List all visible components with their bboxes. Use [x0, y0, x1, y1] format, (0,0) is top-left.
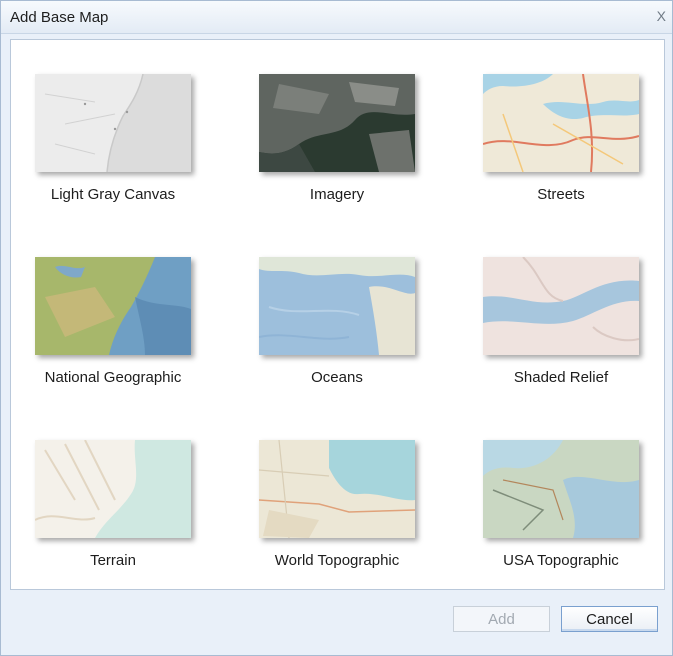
close-icon[interactable]: X: [657, 8, 666, 24]
basemap-tile-oceans[interactable]: Oceans: [237, 223, 437, 403]
terrain-thumbnail: [35, 440, 191, 538]
basemap-tile-shaded-relief[interactable]: Shaded Relief: [461, 223, 661, 403]
basemap-gallery: Light Gray Canvas Imagery Streets Nation…: [10, 39, 665, 590]
basemap-tile-terrain[interactable]: Terrain: [13, 406, 213, 586]
basemap-label: National Geographic: [44, 369, 182, 386]
cancel-button[interactable]: Cancel: [561, 606, 658, 632]
light-gray-canvas-thumbnail: [35, 74, 191, 172]
basemap-tile-usa-topographic[interactable]: USA Topographic: [461, 406, 661, 586]
basemap-tile-streets[interactable]: Streets: [461, 40, 661, 220]
title-bar: Add Base Map X: [1, 1, 672, 34]
basemap-tile-world-topographic[interactable]: World Topographic: [237, 406, 437, 586]
basemap-label: Imagery: [309, 186, 365, 203]
basemap-label: Light Gray Canvas: [50, 186, 176, 203]
national-geographic-thumbnail: [35, 257, 191, 355]
basemap-tile-imagery[interactable]: Imagery: [237, 40, 437, 220]
add-base-map-dialog: Add Base Map X Light Gray Canvas Imagery…: [0, 0, 673, 656]
shaded-relief-thumbnail: [483, 257, 639, 355]
basemap-tile-national-geographic[interactable]: National Geographic: [13, 223, 213, 403]
basemap-label: Oceans: [311, 369, 363, 386]
dialog-footer: Add Cancel: [1, 593, 672, 655]
basemap-label: Shaded Relief: [513, 369, 609, 386]
dialog-title: Add Base Map: [10, 9, 109, 26]
add-button[interactable]: Add: [453, 606, 550, 632]
basemap-label: World Topographic: [274, 552, 400, 569]
imagery-thumbnail: [259, 74, 415, 172]
oceans-thumbnail: [259, 257, 415, 355]
basemap-tile-light-gray-canvas[interactable]: Light Gray Canvas: [13, 40, 213, 220]
basemap-label: Streets: [537, 186, 585, 203]
world-topographic-thumbnail: [259, 440, 415, 538]
usa-topographic-thumbnail: [483, 440, 639, 538]
basemap-label: Terrain: [90, 552, 136, 569]
streets-thumbnail: [483, 74, 639, 172]
basemap-label: USA Topographic: [503, 552, 619, 569]
